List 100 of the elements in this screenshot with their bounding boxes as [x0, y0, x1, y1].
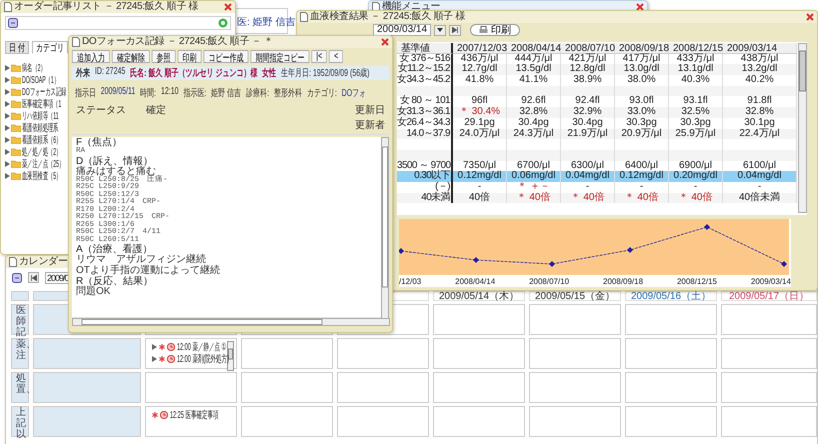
table-cell: 0.06mg/dl: [507, 171, 561, 182]
field-value: 2009/05/11: [100, 86, 136, 99]
table-cell: 0.20mg/dl: [669, 171, 723, 182]
patient-sex: 女性: [262, 66, 276, 80]
table-cell: [669, 150, 723, 161]
toolbar-button[interactable]: |<: [311, 50, 328, 63]
axis-label: 2008/09/18: [603, 276, 644, 286]
toolbar-button[interactable]: 期間指定コピー: [250, 50, 310, 63]
field-label: カテゴリ:: [306, 87, 337, 100]
calendar-event[interactable]: 12:00 薬剤(院外処方): [152, 353, 230, 364]
tab[interactable]: カテゴリ: [32, 41, 68, 54]
table-cell: [615, 150, 669, 161]
field-value: DOフォ: [342, 87, 366, 100]
table-cell: 32.8%: [507, 107, 561, 118]
calendar-cell: [11, 291, 29, 301]
print-button[interactable]: 印刷: [470, 24, 520, 36]
field-label: 診療科:: [246, 86, 270, 100]
toolbar-button[interactable]: 追加入力: [72, 50, 110, 63]
row-label: 処置、: [11, 372, 29, 403]
table-cell: [507, 150, 561, 161]
tree-item[interactable]: DOフォーカス記録: [5, 86, 66, 97]
axis-label: 2009/03/14: [750, 276, 791, 286]
tree-item[interactable]: 血液照検査（5）: [5, 170, 61, 181]
next-button[interactable]: [449, 24, 462, 36]
text-line: 問題OK: [76, 287, 110, 297]
calendar-event[interactable]: 12:00 薬／静／点 ①: [152, 341, 226, 352]
axis-label: /12/03: [399, 276, 422, 286]
table-cell: 32.5%: [669, 107, 723, 118]
document-icon: [72, 37, 80, 47]
document-icon: [372, 2, 380, 12]
table-cell: 女 376～516: [397, 54, 453, 64]
close-icon[interactable]: [636, 3, 644, 11]
table-cell: 20.9万/μl: [615, 128, 669, 140]
field-label: 時間:: [140, 86, 156, 100]
table-cell: 21.9万/μl: [561, 128, 615, 140]
table-cell: 女26.4～34.3: [397, 118, 453, 128]
skip-back-icon: [30, 274, 36, 280]
toolbar-button[interactable]: 参照: [152, 50, 176, 63]
tree-item[interactable]: 処／処／処（2）: [5, 146, 61, 157]
column-header: 基準値: [397, 43, 453, 54]
section-heading: R（反応、結果）: [76, 277, 154, 287]
table-cell: ＊ 40倍: [615, 192, 669, 204]
date-header: 2009/05/14（木）: [433, 291, 525, 301]
field-value: 確定: [146, 104, 166, 117]
text-line: リウマ アザルフィジン継続: [76, 255, 206, 265]
table-cell: 40未満: [397, 192, 453, 204]
field-value: 12:10: [160, 86, 178, 99]
table-cell: 24.3万/μl: [507, 128, 561, 140]
first-page-button[interactable]: [28, 272, 39, 283]
date-header: 2009/05/16（土）: [625, 291, 717, 301]
field-label: 更新日: [355, 104, 385, 117]
table-cell: 32.9%: [561, 107, 615, 118]
table-cell: 13.0g/dl: [615, 64, 669, 76]
table-cell: 12.7g/dl: [453, 64, 507, 76]
tree-item[interactable]: 病名（2）: [5, 62, 46, 73]
tree-item[interactable]: 看護依頼系（6）: [5, 134, 61, 145]
tree-item[interactable]: 薬／注／点（25）: [5, 158, 64, 169]
column-header: 2008/12/15: [669, 43, 723, 54]
tree-item[interactable]: 医事確定事項（1: [5, 98, 61, 109]
date-field[interactable]: 2009/03/14: [373, 24, 432, 36]
table-cell: 女34.3～45.2: [397, 75, 453, 86]
table-cell: [453, 86, 507, 96]
table-cell: 0.04mg/dl: [561, 171, 615, 182]
window-title: 機能メニュー: [382, 1, 440, 12]
toolbar-button[interactable]: コピー作成: [204, 50, 248, 63]
table-cell: 12.8g/dl: [561, 64, 615, 76]
row-label: 医師記: [11, 304, 29, 335]
axis-label: 2008/07/10: [529, 276, 570, 286]
field-label: 更新者: [355, 118, 385, 132]
patient-id: ID: 27245: [94, 66, 126, 79]
table-cell: 女11.2～15.2: [397, 64, 453, 76]
table-cell: 40倍: [453, 192, 507, 204]
table-cell: 33.0%: [615, 107, 669, 118]
toolbar-button[interactable]: 印刷: [178, 50, 202, 63]
tab[interactable]: 日 付: [5, 41, 29, 54]
window-title: オーダー記事リスト － 27245:飯久 順子 様: [14, 1, 198, 13]
close-icon[interactable]: [806, 13, 814, 21]
section-heading: F（焦点）: [76, 138, 122, 148]
close-icon[interactable]: [381, 38, 389, 46]
field-label: 指示日: [74, 86, 96, 100]
doctor-label: 医: 姫野 信吉: [237, 17, 296, 28]
toolbar-button[interactable]: <: [329, 50, 344, 63]
table-cell: [397, 150, 453, 161]
asterisk-icon: [159, 356, 165, 362]
table-cell: [397, 86, 453, 96]
close-icon[interactable]: [224, 3, 232, 11]
table-cell: 24.0万/μl: [453, 128, 507, 140]
tree-item[interactable]: 看護依頼処理系: [5, 122, 58, 133]
table-cell: ＊ 40倍: [507, 192, 561, 204]
field-label: 指示医:: [183, 86, 206, 100]
calendar-event[interactable]: 12:25 医事確定事項: [152, 409, 218, 420]
tree-item[interactable]: リハ依頼等（11: [5, 110, 59, 121]
toolbar-button[interactable]: 確定解除: [112, 50, 150, 63]
dropdown-button[interactable]: [434, 24, 446, 36]
date-header: 2009/05/15（金）: [529, 291, 621, 301]
row-label: 上記以: [11, 406, 29, 437]
axis-label: 2008/12/15: [676, 276, 717, 286]
table-cell: [561, 150, 615, 161]
tree-item[interactable]: DO/SOAP（1）: [5, 74, 60, 85]
field-value: 整形外科: [274, 86, 302, 100]
